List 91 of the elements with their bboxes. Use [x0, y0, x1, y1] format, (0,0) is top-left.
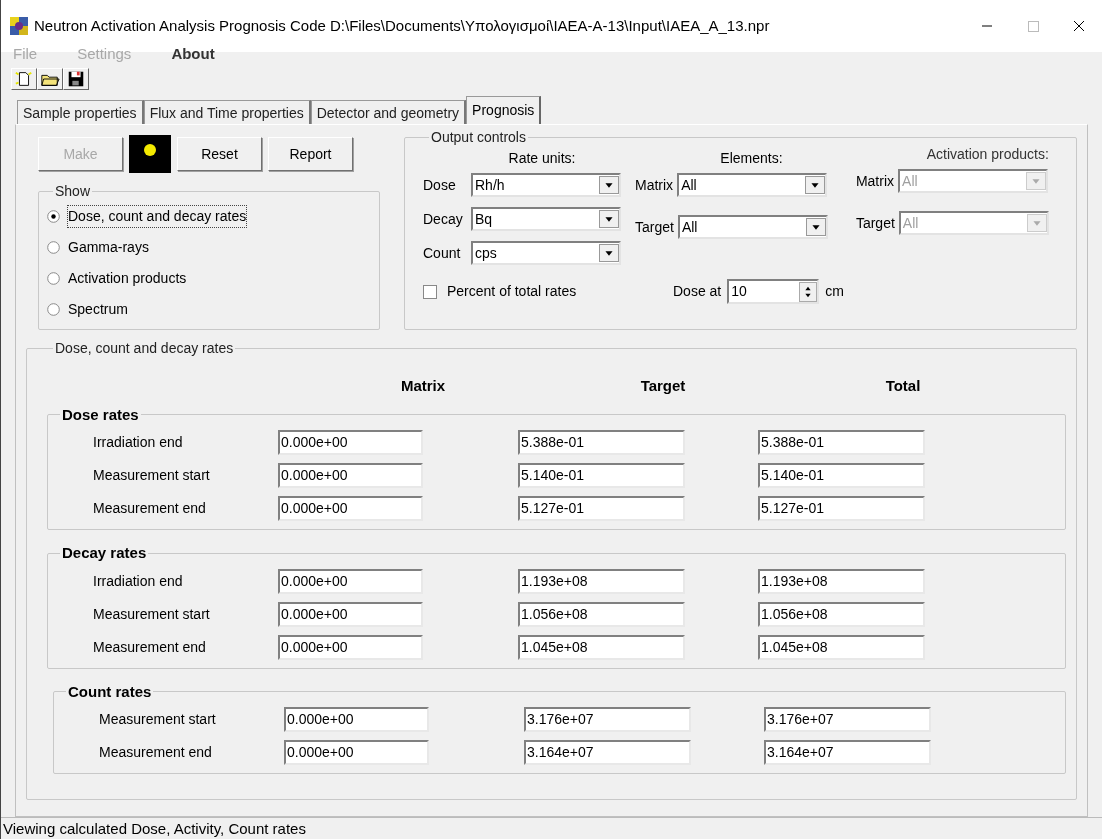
- radio-label[interactable]: Activation products: [68, 267, 187, 289]
- field-label: Count: [423, 243, 462, 263]
- value-field[interactable]: 5.127e-01: [518, 496, 685, 521]
- value-field[interactable]: 3.176e+07: [524, 707, 691, 732]
- row-label: Irradiation end: [92, 433, 184, 452]
- value-field[interactable]: 5.140e-01: [758, 463, 925, 488]
- unit-label: cm: [825, 282, 844, 301]
- value-field[interactable]: 1.045e+08: [518, 634, 685, 660]
- row-label: Measurement start: [98, 710, 217, 729]
- dropdown[interactable]: cps: [471, 241, 621, 265]
- field-label: Target: [855, 213, 895, 233]
- caret-icon: [599, 176, 619, 194]
- value-field[interactable]: 5.388e-01: [758, 430, 925, 455]
- value-field[interactable]: 0.000e+00: [278, 430, 423, 455]
- caret-icon: [1026, 172, 1047, 190]
- radio-button[interactable]: [47, 302, 60, 316]
- dropdown[interactable]: Bq: [471, 207, 621, 231]
- row-label: Irradiation end: [92, 571, 184, 591]
- radio-label[interactable]: Gamma-rays: [68, 236, 149, 258]
- value-field[interactable]: 0.000e+00: [278, 568, 423, 594]
- value-field[interactable]: 3.176e+07: [764, 707, 931, 732]
- value-field[interactable]: 0.000e+00: [278, 463, 423, 488]
- dropdown[interactable]: All: [677, 215, 828, 239]
- group-title: Count rates: [67, 681, 153, 702]
- radio-button[interactable]: [47, 271, 60, 285]
- menu-item[interactable]: About: [171, 42, 215, 66]
- dropdown[interactable]: All: [677, 173, 828, 197]
- new-file-icon[interactable]: [11, 68, 37, 90]
- radio-label[interactable]: Spectrum: [68, 298, 128, 320]
- value-field[interactable]: 5.388e-01: [518, 430, 685, 455]
- value-field[interactable]: 1.056e+08: [518, 601, 685, 627]
- field-label: Dose at: [673, 282, 722, 301]
- value-field[interactable]: 0.000e+00: [284, 740, 429, 765]
- field-label: Matrix: [855, 171, 895, 191]
- field-label: Dose: [423, 175, 457, 195]
- value-field[interactable]: 3.164e+07: [524, 740, 691, 765]
- value-field[interactable]: 1.193e+08: [518, 568, 685, 594]
- value-field[interactable]: 1.045e+08: [758, 634, 925, 660]
- action-button[interactable]: Report: [268, 137, 353, 171]
- row-label: Measurement end: [92, 499, 207, 518]
- column-heading: Activation products:: [925, 145, 1049, 164]
- value-field[interactable]: 5.127e-01: [758, 496, 925, 521]
- field-label: Matrix: [635, 175, 674, 195]
- status-bar: Viewing calculated Dose, Activity, Count rates: [1, 817, 1102, 839]
- radio-button[interactable]: [47, 209, 60, 223]
- spin-arrows-icon[interactable]: [799, 281, 818, 302]
- group-title: Dose rates: [61, 404, 140, 425]
- caret-icon: [1026, 214, 1047, 232]
- checkbox-label[interactable]: Percent of total rates: [447, 281, 577, 302]
- tab[interactable]: Flux and Time properties: [143, 100, 311, 124]
- value-field[interactable]: 0.000e+00: [284, 707, 429, 732]
- dropdown[interactable]: Rh/h: [471, 173, 621, 197]
- radio-label[interactable]: Dose, count and decay rates: [68, 205, 247, 227]
- radio-button[interactable]: [47, 240, 60, 254]
- action-button[interactable]: Reset: [177, 137, 262, 171]
- distance-spinbox[interactable]: 10: [727, 279, 820, 304]
- open-folder-icon[interactable]: [37, 68, 63, 90]
- row-label: Measurement start: [92, 466, 211, 485]
- value-field[interactable]: 0.000e+00: [278, 601, 423, 627]
- value-field[interactable]: 0.000e+00: [278, 496, 423, 521]
- tab[interactable]: Sample properties: [17, 100, 144, 124]
- value-field[interactable]: 0.000e+00: [278, 634, 423, 660]
- column-heading: Total: [884, 376, 922, 396]
- save-icon[interactable]: [63, 68, 89, 90]
- app-logo-icon: [9, 16, 29, 36]
- column-heading: Matrix: [399, 376, 447, 396]
- value-field[interactable]: 3.164e+07: [764, 740, 931, 765]
- window-title: Neutron Activation Analysis Prognosis Code D:\Files\Documents\Υπολογισμοί\IAEA-A-13\Input\IAEA_A_13.npr: [34, 15, 770, 36]
- row-label: Measurement start: [92, 604, 211, 624]
- value-field[interactable]: 1.193e+08: [758, 568, 925, 594]
- tab[interactable]: Prognosis: [466, 96, 542, 124]
- caret-icon: [599, 210, 619, 228]
- tab[interactable]: Detector and geometry: [310, 100, 467, 124]
- field-label: Decay: [423, 209, 464, 229]
- value-field[interactable]: 5.140e-01: [518, 463, 685, 488]
- group-title: Show: [54, 182, 92, 201]
- column-heading: Rate units:: [507, 149, 577, 168]
- caret-icon: [599, 244, 619, 262]
- group-title: Output controls: [430, 128, 527, 147]
- field-label: Target: [635, 217, 674, 237]
- column-heading: Elements:: [719, 149, 784, 168]
- row-label: Measurement end: [92, 637, 207, 657]
- status-indicator-icon: [129, 135, 171, 173]
- caret-icon: [805, 176, 826, 194]
- row-label: Measurement end: [98, 743, 213, 762]
- group-title: Dose, count and decay rates: [54, 339, 235, 358]
- caret-icon: [805, 218, 826, 236]
- column-heading: Target: [639, 376, 687, 396]
- group-title: Decay rates: [61, 543, 148, 563]
- checkbox[interactable]: [423, 284, 437, 299]
- value-field[interactable]: 1.056e+08: [758, 601, 925, 627]
